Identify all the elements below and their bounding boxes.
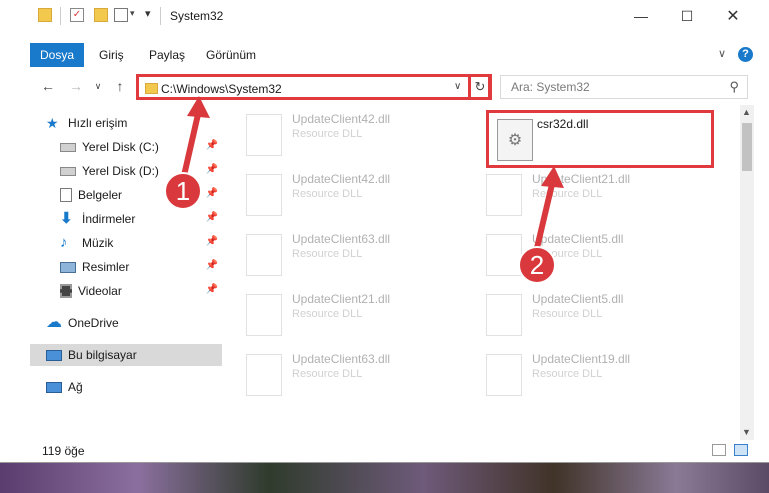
arrow-2-shaft [534,177,556,251]
arrow-1-head [187,96,210,118]
step-2-badge: 2 [518,246,556,284]
arrow-1-shaft [180,107,202,183]
step-1-badge: 1 [164,172,202,210]
annotation-arrows [180,96,564,251]
arrow-2-head [541,166,564,188]
